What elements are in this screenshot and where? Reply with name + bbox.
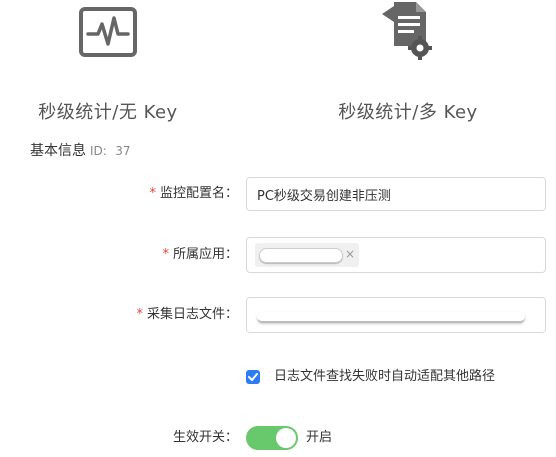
log-file-label: * 采集日志文件： <box>136 307 238 322</box>
fallback-path-label: 日志文件查找失败时自动适配其他路径 <box>274 369 496 384</box>
document-settings-icon <box>382 2 432 60</box>
required-mark: * <box>136 307 143 322</box>
mode-title-no-key: 秒级统计/无 Key <box>38 102 178 123</box>
mode-tile-multi-key[interactable]: 秒级统计/多 Key <box>300 0 516 123</box>
enable-state-text: 开启 <box>306 430 333 445</box>
monitor-name-field <box>246 177 547 211</box>
mode-title-multi-key: 秒级统计/多 Key <box>338 102 478 123</box>
section-title: 基本信息 <box>30 143 86 159</box>
app-label: * 所属应用： <box>162 247 238 262</box>
enable-toggle[interactable] <box>246 426 298 450</box>
mode-tile-no-key[interactable]: 秒级统计/无 Key <box>0 0 216 123</box>
checkbox-checked-icon[interactable] <box>246 370 260 384</box>
log-file-input[interactable] <box>246 297 546 333</box>
required-mark: * <box>149 186 156 201</box>
pulse-monitor-icon <box>79 7 137 57</box>
toggle-knob <box>276 428 296 448</box>
config-id-value: 37 <box>115 144 131 158</box>
app-tag: × <box>255 243 359 267</box>
enable-switch-label: 生效开关： <box>172 430 238 445</box>
monitor-name-input[interactable] <box>247 178 547 210</box>
section-header: 基本信息 ID: 37 <box>30 140 131 160</box>
log-file-redacted-text <box>257 312 525 323</box>
app-tag-redacted-text <box>259 248 343 263</box>
required-mark: * <box>162 247 169 262</box>
tag-close-icon[interactable]: × <box>345 246 355 262</box>
config-id-label: ID: <box>90 144 107 158</box>
monitor-name-label: * 监控配置名： <box>149 186 238 201</box>
app-select[interactable]: × <box>246 237 546 273</box>
monitor-config-page: 秒级统计/无 Key 秒级统计/多 Key 基本信息 ID: 37 * 监控配置… <box>0 0 556 457</box>
